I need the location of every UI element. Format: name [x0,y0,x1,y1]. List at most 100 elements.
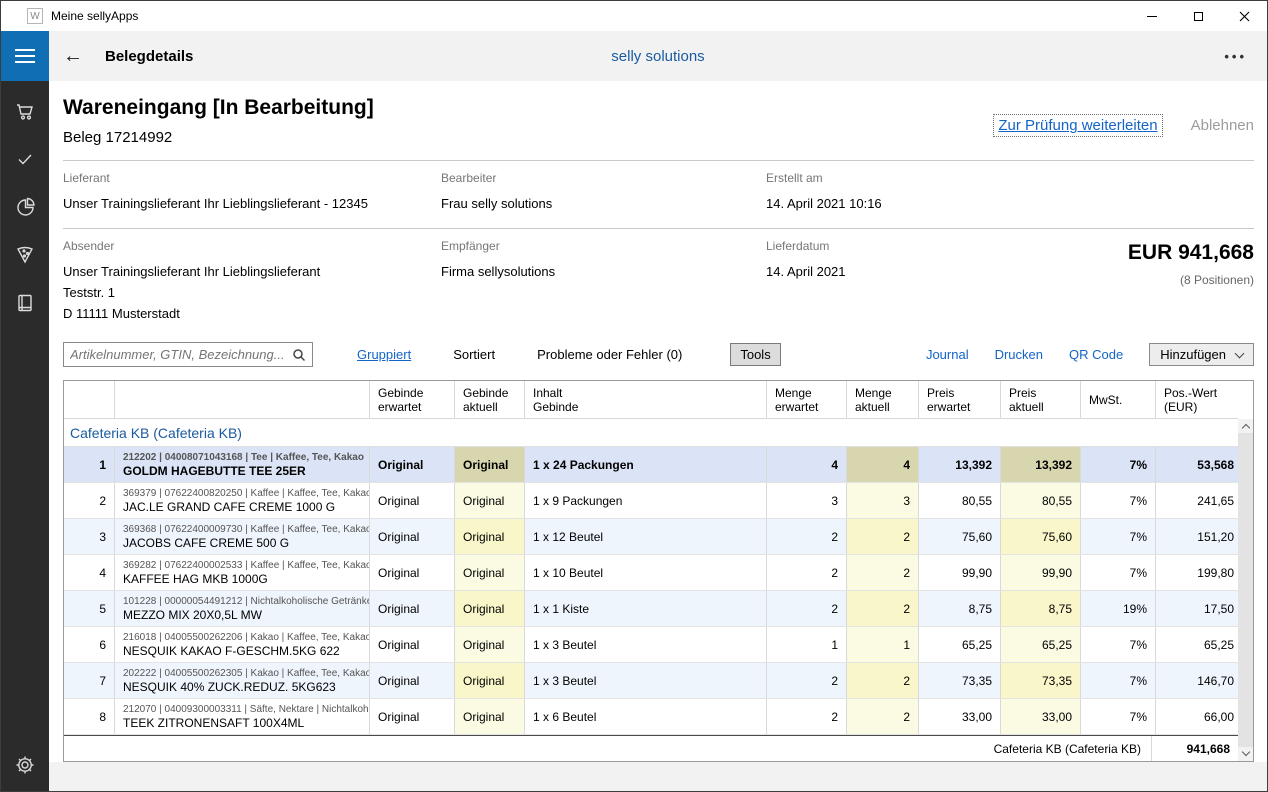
column-header[interactable]: Preis aktuell [1000,381,1080,418]
sidebar-item-settings[interactable] [7,747,43,783]
cell-gebinde-aktuell[interactable]: Original [454,627,524,662]
search-icon[interactable] [292,348,306,362]
column-header[interactable] [114,381,369,418]
group-header[interactable]: Cafeteria KB (Cafeteria KB) [64,419,1238,447]
scroll-down-icon[interactable] [1238,747,1253,761]
column-header[interactable]: Gebinde aktuell [454,381,524,418]
more-options-button[interactable]: ••• [1224,49,1247,64]
table-row[interactable]: 3 369368 | 07622400009730 | Kaffee | Kaf… [64,519,1238,555]
cell-preis-aktuell[interactable]: 13,392 [1000,447,1080,482]
close-button[interactable] [1221,1,1267,31]
tools-button[interactable]: Tools [730,343,780,366]
cell-menge-aktuell[interactable]: 2 [846,591,918,626]
row-article: 101228 | 00000054491212 | Nichtalkoholis… [114,591,369,626]
field-absender: Absender Unser Trainingslieferant Ihr Li… [63,239,441,324]
row-article: 212070 | 04009300003311 | Säfte, Nektare… [114,699,369,734]
table-row[interactable]: 1 212202 | 04008071043168 | Tee | Kaffee… [64,447,1238,483]
journal-link[interactable]: Journal [926,347,969,362]
cell-gebinde-aktuell[interactable]: Original [454,699,524,734]
column-header[interactable]: Inhalt Gebinde [524,381,766,418]
cell-inhalt-gebinde: 1 x 6 Beutel [524,699,766,734]
cell-pos-wert: 241,65 [1155,483,1242,518]
cell-menge-aktuell[interactable]: 4 [846,447,918,482]
footer-total: 941,668 [1151,736,1238,761]
cell-preis-aktuell[interactable]: 65,25 [1000,627,1080,662]
column-header[interactable]: Preis erwartet [918,381,1000,418]
table-row[interactable]: 5 101228 | 00000054491212 | Nichtalkohol… [64,591,1238,627]
column-header[interactable]: Gebinde erwartet [369,381,454,418]
article-name: MEZZO MIX 20X0,5L MW [123,608,262,622]
cell-preis-aktuell[interactable]: 75,60 [1000,519,1080,554]
scrollbar-thumb[interactable] [1238,433,1253,747]
cell-menge-aktuell[interactable]: 2 [846,555,918,590]
qr-code-link[interactable]: QR Code [1069,347,1123,362]
article-name: NESQUIK 40% ZUCK.REDUZ. 5KG623 [123,680,336,694]
titlebar: W Meine sellyApps [1,1,1267,31]
app-header: ← Belegdetails selly solutions ••• [49,31,1267,81]
table-scrollbar[interactable] [1238,419,1253,761]
cell-menge-erwartet: 2 [766,591,846,626]
table-row[interactable]: 8 212070 | 04009300003311 | Säfte, Nekta… [64,699,1238,735]
cell-preis-aktuell[interactable]: 99,90 [1000,555,1080,590]
cell-preis-erwartet: 8,75 [918,591,1000,626]
sidebar-item-catalog[interactable] [7,285,43,321]
cell-preis-aktuell[interactable]: 33,00 [1000,699,1080,734]
close-icon [1239,11,1250,22]
column-header[interactable]: Menge aktuell [846,381,918,418]
row-number: 2 [64,483,114,518]
cell-menge-aktuell[interactable]: 3 [846,483,918,518]
cell-mwst: 19% [1080,591,1155,626]
print-link[interactable]: Drucken [995,347,1043,362]
cell-menge-aktuell[interactable]: 2 [846,663,918,698]
chevron-down-icon [1235,348,1245,358]
cell-preis-aktuell[interactable]: 80,55 [1000,483,1080,518]
sidebar-item-tasks[interactable] [7,141,43,177]
field-erstellt-am: Erstellt am 14. April 2021 10:16 [766,171,1254,214]
cell-gebinde-aktuell[interactable]: Original [454,483,524,518]
back-button[interactable]: ← [63,46,83,66]
column-header[interactable]: Menge erwartet [766,381,846,418]
maximize-button[interactable] [1175,1,1221,31]
sorted-toggle[interactable]: Sortiert [453,347,495,362]
field-empfaenger: Empfänger Firma sellysolutions [441,239,766,324]
search-input[interactable] [70,347,292,362]
sidebar-item-products[interactable] [7,237,43,273]
cell-menge-aktuell[interactable]: 2 [846,519,918,554]
column-header[interactable]: Pos.-Wert (EUR) [1155,381,1242,418]
window-title: Meine sellyApps [51,9,138,23]
table-row[interactable]: 6 216018 | 04005500262206 | Kakao | Kaff… [64,627,1238,663]
row-number: 4 [64,555,114,590]
minimize-icon [1147,16,1157,17]
cell-menge-erwartet: 2 [766,555,846,590]
cell-menge-aktuell[interactable]: 1 [846,627,918,662]
forward-for-review-button[interactable]: Zur Prüfung weiterleiten [993,114,1162,137]
cell-gebinde-aktuell[interactable]: Original [454,663,524,698]
cell-gebinde-aktuell[interactable]: Original [454,447,524,482]
table-row[interactable]: 7 202222 | 04005500262305 | Kakao | Kaff… [64,663,1238,699]
cell-inhalt-gebinde: 1 x 1 Kiste [524,591,766,626]
cell-menge-aktuell[interactable]: 2 [846,699,918,734]
grouped-toggle[interactable]: Gruppiert [357,347,411,362]
scroll-up-icon[interactable] [1238,419,1253,433]
cell-gebinde-aktuell[interactable]: Original [454,519,524,554]
cell-preis-aktuell[interactable]: 73,35 [1000,663,1080,698]
minimize-button[interactable] [1129,1,1175,31]
table-row[interactable]: 4 369282 | 07622400002533 | Kaffee | Kaf… [64,555,1238,591]
add-button[interactable]: Hinzufügen [1149,343,1254,366]
cell-pos-wert: 66,00 [1155,699,1242,734]
cell-preis-aktuell[interactable]: 8,75 [1000,591,1080,626]
problems-filter[interactable]: Probleme oder Fehler (0) [537,347,682,362]
reject-button[interactable]: Ablehnen [1191,117,1254,134]
sidebar-item-orders[interactable] [7,93,43,129]
cell-preis-erwartet: 73,35 [918,663,1000,698]
article-meta: 212070 | 04009300003311 | Säfte, Nektare… [123,704,369,715]
cell-gebinde-aktuell[interactable]: Original [454,591,524,626]
article-name: NESQUIK KAKAO F-GESCHM.5KG 622 [123,644,340,658]
document-title: Wareneingang [In Bearbeitung] [63,96,374,120]
hamburger-menu-button[interactable] [1,31,49,81]
column-header[interactable]: MwSt. [1080,381,1155,418]
column-header[interactable] [64,381,114,418]
table-row[interactable]: 2 369379 | 07622400820250 | Kaffee | Kaf… [64,483,1238,519]
sidebar-item-reports[interactable] [7,189,43,225]
cell-gebinde-aktuell[interactable]: Original [454,555,524,590]
